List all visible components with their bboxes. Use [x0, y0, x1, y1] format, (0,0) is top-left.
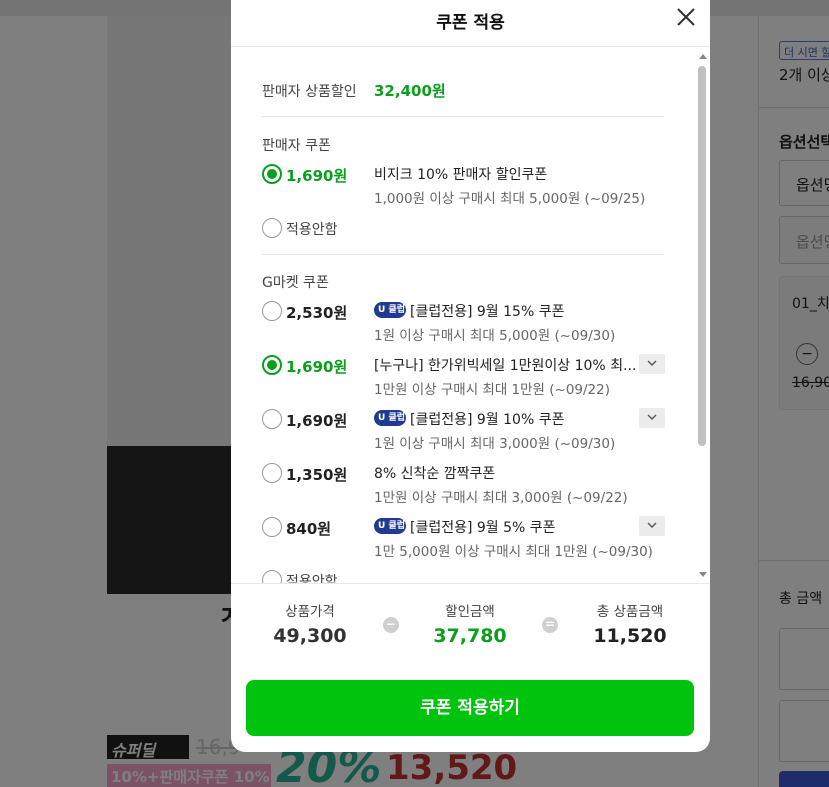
chevron-down-icon [647, 522, 657, 528]
gmarket-coupon-title: U 클럽 [클럽전용] 9월 15% 쿠폰 [374, 301, 564, 321]
gmarket-coupon-amount: 840원 [286, 520, 332, 538]
expand-button[interactable] [639, 354, 665, 374]
product-price-label: 상품가격 [285, 604, 335, 620]
seller-coupon-heading: 판매자 쿠폰 [262, 138, 331, 154]
gmarket-coupon-condition: 1원 이상 구매시 최대 3,000원 (~09/30) [374, 436, 616, 452]
gmarket-coupon-radio[interactable] [262, 301, 282, 321]
gmarket-coupon-condition: 1원 이상 구매시 최대 5,000원 (~09/30) [374, 328, 616, 344]
gmarket-not-applied-label: 적용안함 [286, 574, 338, 583]
scroll-thumb[interactable] [698, 66, 706, 446]
equals-operator: = [542, 617, 558, 633]
modal-header: 쿠폰 적용 [231, 0, 710, 47]
seller-coupon-name: 비지크 10% 판매자 할인쿠폰 [374, 167, 548, 183]
seller-not-applied-radio[interactable] [262, 218, 282, 238]
apply-coupon-button[interactable]: 쿠폰 적용하기 [246, 680, 694, 736]
total-label: 총 상품금액 [596, 604, 664, 620]
gmarket-coupon-radio[interactable] [262, 463, 282, 483]
seller-coupon-radio[interactable] [262, 164, 282, 184]
product-price-value: 49,300 [273, 625, 347, 647]
seller-coupon-condition: 1,000원 이상 구매시 최대 5,000원 (~09/25) [374, 191, 646, 207]
scrollbar[interactable] [695, 50, 709, 580]
gmarket-coupon-radio[interactable] [262, 409, 282, 429]
club-badge: U 클럽 [374, 518, 406, 534]
gmarket-coupon-name: [누구나] 한가위빅세일 1만원이상 10% 최... [374, 358, 637, 374]
modal-title: 쿠폰 적용 [436, 13, 505, 33]
discount-value: 37,780 [433, 625, 507, 647]
gmarket-coupon-condition: 1만 5,000원 이상 구매시 최대 1만원 (~09/30) [374, 544, 653, 560]
seller-not-applied-label: 적용안함 [286, 222, 338, 238]
scroll-up-arrow[interactable] [699, 54, 707, 59]
divider [262, 116, 664, 117]
expand-button[interactable] [639, 516, 665, 536]
minus-operator: − [383, 617, 399, 633]
gmarket-coupon-name: [클럽전용] 9월 15% 쿠폰 [410, 304, 565, 320]
seller-discount-value: 32,400원 [374, 82, 446, 100]
club-badge: U 클럽 [374, 302, 406, 318]
scroll-down-arrow[interactable] [699, 572, 707, 577]
price-summary: 상품가격 49,300 − 할인금액 37,780 = 총 상품금액 11,52… [231, 583, 710, 671]
coupon-list[interactable]: 판매자 상품할인 32,400원 판매자 쿠폰 1,690원 비지크 10% 판… [231, 48, 710, 583]
seller-discount-label: 판매자 상품할인 [262, 84, 357, 100]
gmarket-not-applied-radio[interactable] [262, 570, 282, 583]
gmarket-coupon-condition: 1만원 이상 구매시 최대 1만원 (~09/22) [374, 382, 611, 398]
gmarket-coupon-radio[interactable] [262, 355, 282, 375]
gmarket-coupon-title: U 클럽 [클럽전용] 9월 10% 쿠폰 [374, 409, 564, 429]
gmarket-coupon-name: [클럽전용] 9월 5% 쿠폰 [410, 520, 556, 536]
gmarket-coupon-name: 8% 신착순 깜짝쿠폰 [374, 466, 496, 482]
discount-label: 할인금액 [445, 604, 495, 620]
expand-button[interactable] [639, 408, 665, 428]
seller-coupon-amount: 1,690원 [286, 167, 348, 185]
gmarket-coupon-radio[interactable] [262, 517, 282, 537]
gmarket-coupon-name: [클럽전용] 9월 10% 쿠폰 [410, 412, 565, 428]
gmarket-coupon-condition: 1만원 이상 구매시 최대 3,000원 (~09/22) [374, 490, 628, 506]
club-badge: U 클럽 [374, 410, 406, 426]
chevron-down-icon [647, 360, 657, 366]
chevron-down-icon [647, 414, 657, 420]
gmarket-coupon-amount: 2,530원 [286, 304, 348, 322]
coupon-modal: 쿠폰 적용 판매자 상품할인 32,400원 판매자 쿠폰 1,690원 비지크… [231, 0, 710, 752]
divider [262, 254, 664, 255]
total-value: 11,520 [593, 625, 667, 647]
gmarket-coupon-amount: 1,690원 [286, 412, 348, 430]
gmarket-coupon-title: U 클럽 [클럽전용] 9월 5% 쿠폰 [374, 517, 556, 537]
close-icon [677, 8, 695, 26]
gmarket-coupon-amount: 1,690원 [286, 358, 348, 376]
gmarket-coupon-heading: G마켓 쿠폰 [262, 275, 329, 291]
close-button[interactable] [675, 6, 697, 28]
gmarket-coupon-amount: 1,350원 [286, 466, 348, 484]
